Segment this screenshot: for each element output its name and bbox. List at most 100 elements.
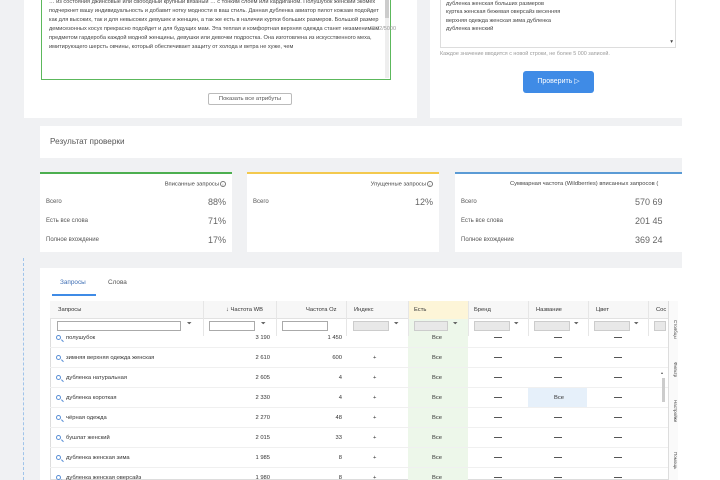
search-icon[interactable] bbox=[56, 375, 61, 380]
cell-freq-wb-text: 2 610 bbox=[255, 355, 270, 361]
table-row[interactable]: дубленка натуральная 2 605 4 + Все bbox=[50, 368, 668, 388]
cell-name bbox=[554, 348, 562, 368]
dash-mark bbox=[494, 436, 502, 439]
cell-est-text: Все bbox=[432, 455, 442, 461]
cell-index-text: + bbox=[373, 395, 377, 401]
cell-index-text: + bbox=[373, 355, 377, 361]
cell-query: дубленка женская зима bbox=[56, 448, 130, 468]
stats-value: 88% bbox=[207, 197, 226, 207]
cell-query: дубленка женская оверсайз bbox=[56, 468, 141, 480]
filter-icon[interactable]: ⏷ bbox=[187, 321, 192, 328]
check-button[interactable]: Проверить ▷ bbox=[523, 71, 594, 93]
cell-brand bbox=[494, 328, 502, 348]
dash-mark bbox=[554, 376, 562, 379]
col-header-freq-wb[interactable]: ↓ Частота WB bbox=[226, 301, 263, 319]
col-header-brand[interactable]: Бренд bbox=[474, 301, 491, 319]
cell-freq-oz-text: 8 bbox=[338, 475, 342, 480]
cell-freq-oz-text: 4 bbox=[338, 375, 342, 381]
cell-brand bbox=[494, 348, 502, 368]
cell-brand bbox=[494, 388, 502, 408]
stats-label: Есть все слова bbox=[46, 218, 88, 224]
filter-icon[interactable]: ⏷ bbox=[634, 321, 639, 328]
search-icon[interactable] bbox=[56, 415, 61, 420]
description-card: … из состояния джинсовые или свободный к… bbox=[24, 0, 417, 118]
scroll-up-icon[interactable]: ▴ bbox=[661, 370, 663, 375]
cell-est: Все bbox=[432, 388, 442, 408]
side-tab-columns[interactable]: Столбцы bbox=[669, 320, 678, 339]
cell-freq-wb-text: 2 015 bbox=[255, 435, 270, 441]
col-header-composition[interactable]: Сос bbox=[656, 301, 666, 319]
filter-icon[interactable]: ⏷ bbox=[574, 321, 579, 328]
dash-mark bbox=[554, 416, 562, 419]
info-icon[interactable]: i bbox=[427, 181, 433, 187]
filter-icon[interactable]: ⏷ bbox=[453, 321, 458, 328]
stats-label: Всего bbox=[253, 199, 269, 205]
stats-value: 17% bbox=[207, 235, 226, 245]
cell-query: чёрная одежда bbox=[56, 408, 107, 428]
cell-query: полушубок bbox=[56, 328, 95, 348]
cell-est-text: Все bbox=[432, 475, 442, 480]
filter-icon[interactable]: ⏷ bbox=[394, 321, 399, 328]
dash-mark bbox=[554, 336, 562, 339]
cell-color bbox=[614, 468, 622, 480]
col-header-color[interactable]: Цвет bbox=[596, 301, 609, 319]
cell-freq-wb: 1 985 bbox=[250, 448, 270, 468]
search-icon[interactable] bbox=[56, 335, 61, 340]
side-tab-filter[interactable]: Фильтр bbox=[669, 362, 678, 377]
dash-mark bbox=[614, 336, 622, 339]
stats-title: Суммарная частота (Wildberries) вписанны… bbox=[510, 181, 659, 187]
info-icon[interactable]: i bbox=[220, 181, 226, 187]
table-row[interactable]: зимняя верхняя одежда женская 2 610 600 + Вс… bbox=[50, 348, 668, 368]
cell-name bbox=[554, 448, 562, 468]
dash-mark bbox=[554, 356, 562, 359]
side-tab-settings[interactable]: Настройки bbox=[669, 400, 678, 422]
scroll-down-icon[interactable]: ▾ bbox=[670, 38, 673, 46]
filter-icon[interactable]: ⏷ bbox=[261, 321, 266, 328]
tab-words[interactable]: Слова bbox=[108, 279, 127, 286]
col-header-est[interactable]: Есть bbox=[414, 301, 426, 319]
table-row[interactable]: бушлат женский 2 015 33 + Все bbox=[50, 428, 668, 448]
filter-icon[interactable]: ⏷ bbox=[514, 321, 519, 328]
tab-queries[interactable]: Запросы bbox=[60, 279, 86, 286]
show-attributes-button[interactable]: Показать все атрибуты bbox=[208, 93, 292, 105]
grid-scroll-thumb[interactable] bbox=[662, 378, 665, 402]
char-counter: 2572/5000 bbox=[370, 26, 396, 32]
dash-mark bbox=[494, 356, 502, 359]
table-row[interactable]: дубленка женская оверсайз 1 980 8 + Все bbox=[50, 468, 668, 480]
cell-freq-oz: 33 bbox=[318, 428, 342, 448]
cell-est-text: Все bbox=[432, 435, 442, 441]
cell-freq-wb-text: 2 330 bbox=[255, 395, 270, 401]
query-line: куртка женская бежевая оверсайз весенняя bbox=[446, 9, 561, 16]
description-scroll-thumb[interactable] bbox=[385, 0, 389, 18]
col-header-name[interactable]: Название bbox=[536, 301, 562, 319]
cell-freq-oz: 600 bbox=[318, 348, 342, 368]
cell-color bbox=[614, 408, 622, 428]
query-text: дубленка женская зима bbox=[66, 455, 130, 461]
cell-index: + bbox=[373, 468, 376, 480]
description-textarea[interactable]: … из состояния джинсовые или свободный к… bbox=[41, 0, 391, 80]
side-tab-help[interactable]: Помощь bbox=[669, 452, 678, 469]
search-icon[interactable] bbox=[56, 355, 61, 360]
cell-color bbox=[614, 328, 622, 348]
col-header-queries[interactable]: Запросы bbox=[58, 301, 81, 319]
table-row[interactable]: дубленка женская зима 1 985 8 + Все bbox=[50, 448, 668, 468]
cell-color bbox=[614, 388, 622, 408]
cell-freq-oz: 8 bbox=[318, 468, 342, 480]
selection-guide bbox=[23, 258, 24, 480]
col-header-index[interactable]: Индекс bbox=[354, 301, 373, 319]
table-row[interactable]: полушубок 3 190 1 450 Все bbox=[50, 328, 668, 348]
col-header-freq-oz[interactable]: Частота Oz bbox=[306, 301, 337, 319]
cell-freq-oz: 4 bbox=[318, 368, 342, 388]
cell-index: + bbox=[373, 348, 376, 368]
cell-index-text: + bbox=[373, 475, 377, 480]
queries-textarea[interactable]: дубленка женская больших размеров куртка… bbox=[440, 0, 676, 48]
table-row[interactable]: чёрная одежда 2 270 48 + Все bbox=[50, 408, 668, 428]
table-row[interactable]: дубленка короткая 2 330 4 + Все Все bbox=[50, 388, 668, 408]
cell-name bbox=[554, 328, 562, 348]
search-icon[interactable] bbox=[56, 435, 61, 440]
search-icon[interactable] bbox=[56, 455, 61, 460]
result-header: Результат проверки bbox=[40, 126, 682, 158]
search-icon[interactable] bbox=[56, 395, 61, 400]
search-icon[interactable] bbox=[56, 475, 61, 480]
stats-label: Полное вхождение bbox=[46, 237, 99, 243]
